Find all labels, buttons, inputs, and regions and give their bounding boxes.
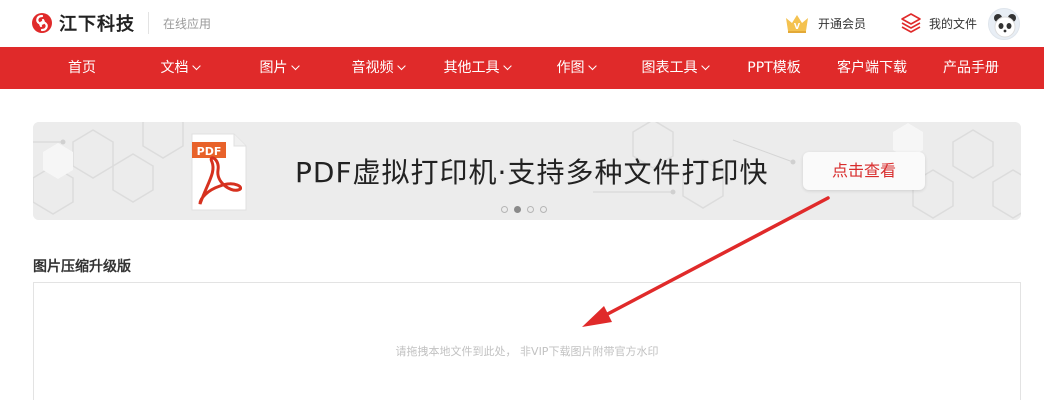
chevron-down-icon: [291, 61, 300, 71]
spiral-logo-icon: [32, 13, 52, 33]
nav-item-chart-tools[interactable]: 图表工具: [642, 47, 710, 89]
my-files-button[interactable]: 我的文件: [900, 12, 977, 34]
nav-item-audio-video[interactable]: 音视频: [352, 47, 406, 89]
chevron-down-icon: [503, 61, 512, 71]
logo[interactable]: 江下科技: [31, 9, 135, 37]
pdf-document-icon: PDF: [191, 133, 247, 211]
layers-icon: [901, 13, 921, 33]
chevron-down-icon: [588, 61, 597, 71]
carousel-dots: [501, 206, 547, 213]
nav-item-ppt-templates[interactable]: PPT模板: [747, 47, 800, 89]
nav-item-client-download[interactable]: 客户端下载: [837, 47, 907, 89]
carousel-dot-active[interactable]: [514, 206, 521, 213]
promo-banner[interactable]: PDF PDF虚拟打印机·支持多种文件打印快 点击查看: [33, 122, 1021, 220]
carousel-dot[interactable]: [540, 206, 547, 213]
my-files-label: 我的文件: [929, 16, 978, 31]
view-details-button[interactable]: 点击查看: [803, 152, 925, 190]
open-vip-label: 开通会员: [818, 16, 867, 31]
main-nav: 首页 文档 图片 音视频 其他工具 作图 图表工具 PPT模板 客户端下载 产品…: [0, 47, 1044, 89]
top-header: 江下科技 在线应用 V 开通会员 我的文件: [0, 0, 1044, 47]
chevron-down-icon: [397, 61, 406, 71]
carousel-dot[interactable]: [501, 206, 508, 213]
nav-item-drawing[interactable]: 作图: [557, 47, 597, 89]
nav-item-images[interactable]: 图片: [260, 47, 300, 89]
crown-icon: V: [786, 15, 808, 33]
chevron-down-icon: [192, 61, 201, 71]
nav-item-home[interactable]: 首页: [68, 47, 96, 89]
open-vip-button[interactable]: V 开通会员: [784, 12, 866, 34]
nav-item-other-tools[interactable]: 其他工具: [444, 47, 512, 89]
pdf-badge-text: PDF: [197, 145, 222, 158]
logo-divider: [148, 12, 149, 34]
svg-text:V: V: [794, 22, 801, 31]
nav-item-product-manual[interactable]: 产品手册: [943, 47, 999, 89]
file-dropzone[interactable]: 请拖拽本地文件到此处， 非VIP下载图片附带官方水印: [33, 282, 1021, 400]
user-avatar[interactable]: [988, 8, 1020, 40]
dropzone-hint: 请拖拽本地文件到此处， 非VIP下载图片附带官方水印: [395, 345, 659, 358]
panda-avatar-icon: [994, 14, 1016, 38]
logo-subtitle: 在线应用: [163, 17, 212, 31]
carousel-dot[interactable]: [527, 206, 534, 213]
chevron-down-icon: [701, 61, 710, 71]
banner-headline: PDF虚拟打印机·支持多种文件打印快: [295, 156, 769, 189]
section-title: 图片压缩升级版: [33, 259, 131, 275]
logo-text: 江下科技: [59, 14, 135, 35]
nav-item-documents[interactable]: 文档: [161, 47, 201, 89]
